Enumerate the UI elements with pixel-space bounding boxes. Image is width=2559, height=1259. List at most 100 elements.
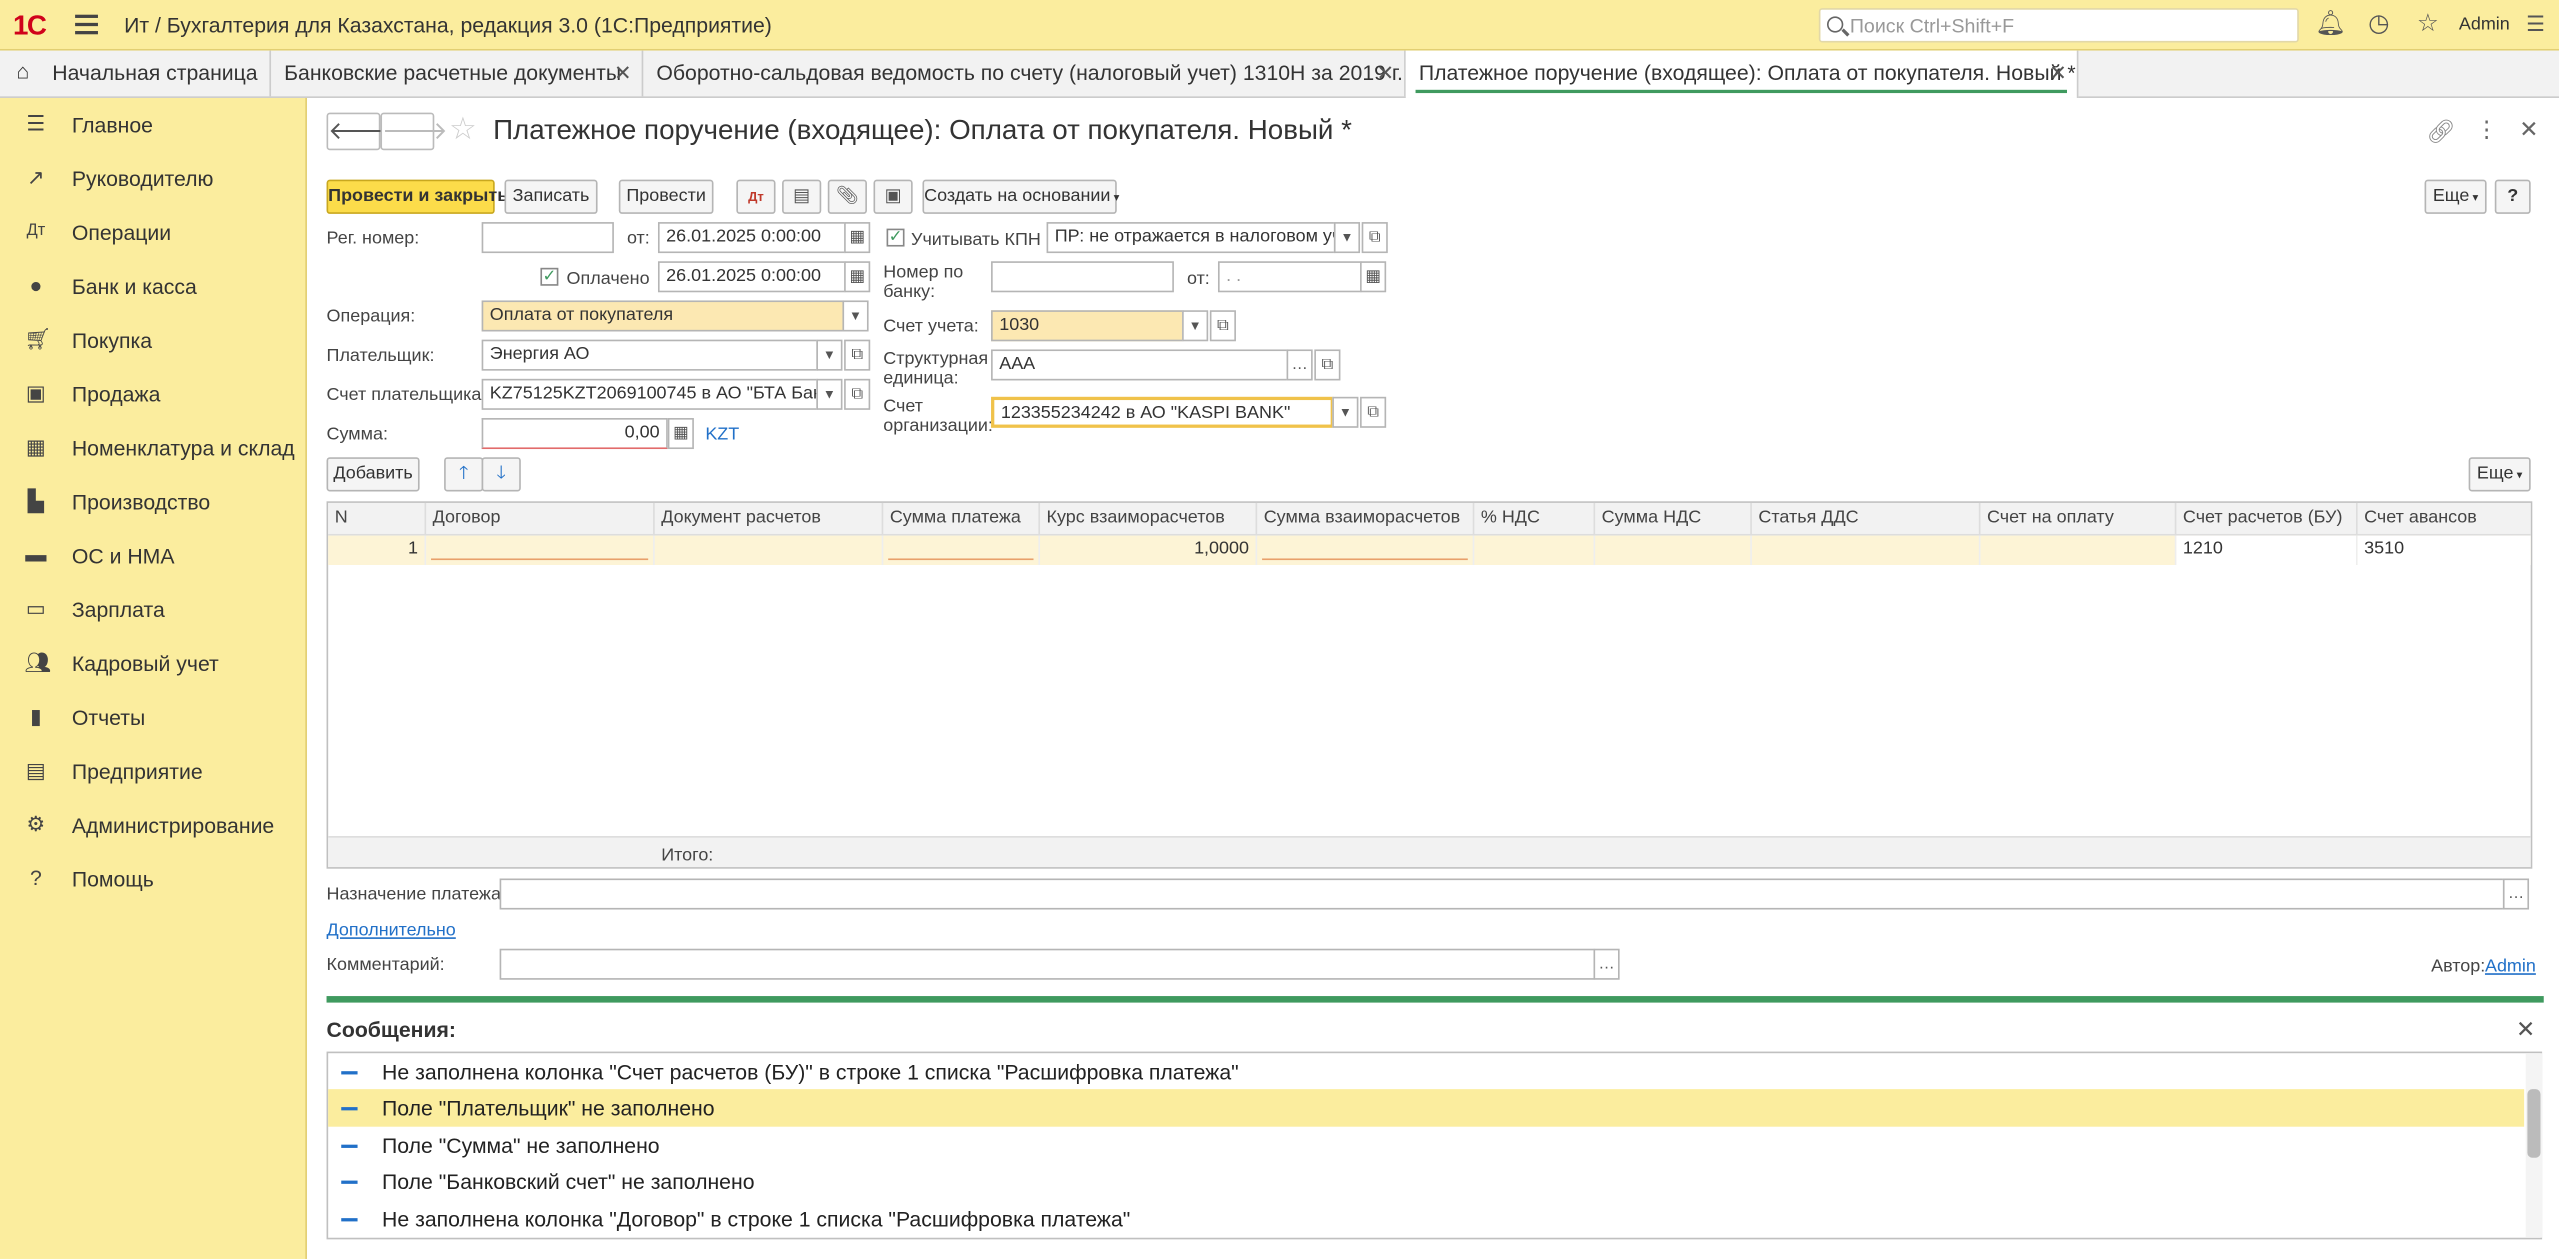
message-item[interactable]: Поле "Сумма" не заполнено bbox=[328, 1127, 2524, 1165]
purpose-field[interactable] bbox=[499, 878, 2505, 910]
column-header[interactable]: Сумма НДС bbox=[1595, 502, 1752, 536]
bell-icon[interactable]: 🔔︎ bbox=[2315, 11, 2346, 37]
bank-date-field[interactable]: . . bbox=[1217, 261, 1362, 293]
author-link[interactable]: Admin bbox=[2485, 957, 2536, 977]
ellipsis-icon[interactable]: … bbox=[1593, 948, 1620, 980]
open-icon[interactable]: ⧉ bbox=[1360, 396, 1387, 428]
additional-link[interactable]: Дополнительно bbox=[327, 921, 456, 941]
more-button[interactable]: Еще ▾ bbox=[2424, 179, 2487, 214]
sidebar-item-salary[interactable]: ▭ Зарплата bbox=[0, 583, 307, 637]
tab-bank-documents[interactable]: Банковские расчетные документы ✕ bbox=[271, 50, 644, 97]
table-cell[interactable] bbox=[1752, 535, 1981, 565]
operation-field[interactable]: Оплата от покупателя bbox=[481, 300, 845, 332]
open-icon[interactable]: ⧉ bbox=[1209, 310, 1236, 342]
kpn-field[interactable]: ПР: не отражается в налоговом учете bbox=[1046, 222, 1336, 254]
sidebar-item-stock[interactable]: ▦ Номенклатура и склад bbox=[0, 421, 307, 475]
ellipsis-icon[interactable]: … bbox=[1286, 349, 1313, 381]
account-field[interactable]: 1030 bbox=[991, 310, 1184, 342]
column-header[interactable]: Статья ДДС bbox=[1752, 502, 1981, 536]
sidebar-item-purchase[interactable]: 🛒︎ Покупка bbox=[0, 314, 307, 368]
history-icon[interactable]: ◷ bbox=[2366, 11, 2392, 37]
contract-cell[interactable] bbox=[426, 535, 655, 565]
table-cell[interactable]: 1,0000 bbox=[1040, 535, 1258, 565]
move-down-icon[interactable]: 🡓 bbox=[481, 457, 521, 492]
unit-field[interactable]: ААА bbox=[991, 349, 1289, 381]
create-based-on-button[interactable]: Создать на основании ▾ bbox=[922, 179, 1119, 214]
settings-menu-icon[interactable]: ☰ bbox=[2523, 11, 2549, 37]
message-item[interactable]: Поле "Банковский счет" не заполнено bbox=[328, 1163, 2524, 1201]
sidebar-item-reports[interactable]: ▮ Отчеты bbox=[0, 691, 307, 745]
user-name[interactable]: Admin bbox=[2459, 15, 2510, 35]
sidebar-item-assets[interactable]: ▬ ОС и НМА bbox=[0, 529, 307, 583]
chevron-down-icon[interactable]: ▼ bbox=[816, 339, 843, 371]
currency-link[interactable]: KZT bbox=[705, 425, 739, 445]
column-header[interactable]: Договор bbox=[426, 502, 655, 536]
global-search-input[interactable]: Поиск Ctrl+Shift+F bbox=[1818, 8, 2299, 43]
table-cell[interactable]: 3510 bbox=[2357, 535, 2531, 565]
sidebar-item-manager[interactable]: ↗ Руководителю bbox=[0, 152, 307, 206]
calculator-icon[interactable]: ▦ bbox=[667, 418, 694, 450]
close-messages-icon[interactable]: ✕ bbox=[2516, 1016, 2535, 1044]
column-header[interactable]: Счет на оплату bbox=[1980, 502, 2177, 536]
open-icon[interactable]: ⧉ bbox=[1314, 349, 1341, 381]
sidebar-item-sales[interactable]: ▣ Продажа bbox=[0, 367, 307, 421]
kpn-checkbox[interactable]: ✓ bbox=[886, 228, 905, 247]
reg-number-field[interactable] bbox=[481, 222, 614, 254]
bank-number-field[interactable] bbox=[991, 261, 1174, 293]
chevron-down-icon[interactable]: ▼ bbox=[842, 300, 869, 332]
chevron-down-icon[interactable]: ▼ bbox=[1182, 310, 1209, 342]
settlement-sum-cell[interactable] bbox=[1257, 535, 1475, 565]
table-cell[interactable] bbox=[1595, 535, 1752, 565]
payer-field[interactable]: Энергия АО bbox=[481, 339, 818, 371]
messages-scrollbar[interactable] bbox=[2525, 1053, 2543, 1238]
paid-date-field[interactable]: 26.01.2025 0:00:00 bbox=[657, 261, 846, 293]
payer-account-field[interactable]: KZ75125KZT2069100745 в АО "БТА Банк" bbox=[481, 378, 818, 410]
main-menu-icon[interactable] bbox=[75, 14, 98, 35]
close-tab-icon[interactable]: ✕ bbox=[614, 60, 632, 86]
close-form-icon[interactable]: ✕ bbox=[2519, 116, 2538, 144]
post-and-close-button[interactable]: Провести и закрыть bbox=[326, 179, 508, 214]
sidebar-item-enterprise[interactable]: ▤ Предприятие bbox=[0, 745, 307, 799]
sidebar-item-admin[interactable]: ⚙ Администрирование bbox=[0, 798, 307, 852]
sidebar-item-production[interactable]: ▙ Производство bbox=[0, 475, 307, 529]
favorites-star-icon[interactable]: ☆ bbox=[2415, 11, 2441, 37]
close-tab-icon[interactable]: ✕ bbox=[1377, 60, 1395, 86]
tab-home[interactable]: ⌂ Начальная страница bbox=[0, 50, 272, 97]
open-icon[interactable]: ⧉ bbox=[844, 378, 871, 410]
date-field[interactable]: 26.01.2025 0:00:00 bbox=[657, 222, 846, 254]
calendar-icon[interactable]: ▦ bbox=[844, 261, 871, 293]
help-button[interactable]: ? bbox=[2494, 179, 2531, 214]
structure-icon[interactable]: ▣ bbox=[873, 179, 913, 214]
sidebar-item-hr[interactable]: 👥︎ Кадровый учет bbox=[0, 637, 307, 691]
comment-field[interactable] bbox=[499, 948, 1596, 980]
forward-button[interactable]: 🡒 bbox=[380, 112, 448, 151]
column-header[interactable]: Сумма платежа bbox=[883, 502, 1041, 536]
open-icon[interactable]: ⧉ bbox=[844, 339, 871, 371]
message-item[interactable]: Не заполнена колонка "Счет расчетов (БУ)… bbox=[328, 1053, 2524, 1091]
open-icon[interactable]: ⧉ bbox=[1361, 222, 1388, 254]
dt-kt-icon[interactable]: Дт bbox=[736, 179, 776, 214]
sum-field[interactable]: 0,00 bbox=[481, 418, 668, 450]
chevron-down-icon[interactable]: ▼ bbox=[816, 378, 843, 410]
calendar-icon[interactable]: ▦ bbox=[1360, 261, 1387, 293]
move-up-icon[interactable]: 🡑 bbox=[444, 457, 484, 492]
tab-payment-order[interactable]: Платежное поручение (входящее): Оплата о… bbox=[1405, 50, 2079, 98]
sidebar-item-help[interactable]: ? Помощь bbox=[0, 852, 307, 906]
tab-balance-sheet[interactable]: Оборотно-сальдовая ведомость по счету (н… bbox=[643, 50, 1406, 97]
column-header[interactable]: Курс взаиморасчетов bbox=[1040, 502, 1258, 536]
journal-icon[interactable]: ▤ bbox=[782, 179, 822, 214]
table-more-button[interactable]: Еще ▾ bbox=[2468, 457, 2531, 492]
sidebar-item-main[interactable]: ☰ Главное bbox=[0, 98, 307, 152]
payment-sum-cell[interactable] bbox=[883, 535, 1041, 565]
org-account-field[interactable]: 123355234242 в АО "KASPI BANK" bbox=[991, 396, 1334, 428]
sidebar-item-operations[interactable]: Дт Операции bbox=[0, 206, 307, 260]
column-header[interactable]: Сумма взаиморасчетов bbox=[1257, 502, 1475, 536]
calendar-icon[interactable]: ▦ bbox=[844, 222, 871, 254]
more-vertical-icon[interactable]: ⋮ bbox=[2475, 116, 2498, 144]
column-header[interactable]: N bbox=[328, 502, 427, 536]
column-header[interactable]: Счет авансов bbox=[2358, 503, 2531, 536]
sidebar-item-bank[interactable]: ● Банк и касса bbox=[0, 260, 307, 314]
paid-checkbox[interactable]: ✓ bbox=[540, 267, 559, 286]
message-item[interactable]: Поле "Плательщик" не заполнено bbox=[328, 1089, 2525, 1127]
back-button[interactable]: 🡐 bbox=[326, 112, 394, 151]
